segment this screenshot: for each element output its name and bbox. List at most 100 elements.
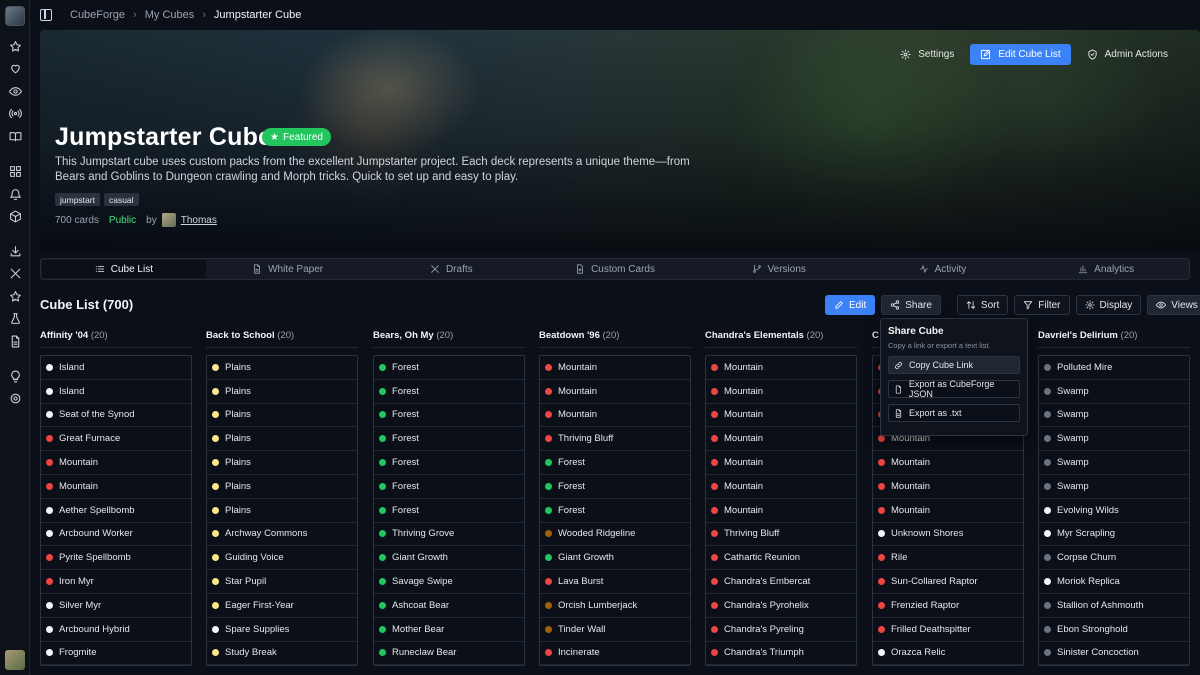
- card-row[interactable]: Plains: [207, 475, 357, 499]
- edit-cube-list-button[interactable]: Edit Cube List: [970, 44, 1071, 65]
- column-header[interactable]: Beatdown '96 (20): [539, 330, 691, 348]
- card-row[interactable]: Star Pupil: [207, 570, 357, 594]
- card-row[interactable]: Swamp: [1039, 475, 1189, 499]
- card-row[interactable]: Sinister Concoction: [1039, 642, 1189, 666]
- card-row[interactable]: Mountain: [41, 475, 191, 499]
- card-row[interactable]: Mountain: [706, 451, 856, 475]
- card-row[interactable]: Guiding Voice: [207, 546, 357, 571]
- card-row[interactable]: Swamp: [1039, 380, 1189, 404]
- column-header[interactable]: Davriel's Delirium (20): [1038, 330, 1190, 348]
- card-row[interactable]: Forest: [540, 475, 690, 499]
- card-row[interactable]: Forest: [374, 427, 524, 452]
- card-row[interactable]: Giant Growth: [540, 546, 690, 571]
- sidebar-flask-icon[interactable]: [7, 310, 23, 326]
- tab-analytics[interactable]: Analytics: [1024, 260, 1188, 278]
- card-row[interactable]: Mountain: [873, 499, 1023, 523]
- card-row[interactable]: Thriving Bluff: [706, 523, 856, 547]
- card-row[interactable]: Forest: [374, 356, 524, 380]
- card-row[interactable]: Frenzied Raptor: [873, 594, 1023, 618]
- copy-cube-link-item[interactable]: Copy Cube Link: [888, 356, 1020, 374]
- card-row[interactable]: Chandra's Pyrohelix: [706, 594, 856, 618]
- card-row[interactable]: Plains: [207, 451, 357, 475]
- column-header[interactable]: Chandra's Elementals (20): [705, 330, 857, 348]
- sort-button[interactable]: Sort: [956, 295, 1009, 315]
- card-row[interactable]: Mountain: [706, 356, 856, 380]
- sidebar-document-icon[interactable]: [7, 333, 23, 349]
- tab-white-paper[interactable]: White Paper: [206, 260, 370, 278]
- card-row[interactable]: Plains: [207, 404, 357, 428]
- views-button[interactable]: Views: [1147, 295, 1200, 315]
- card-row[interactable]: Island: [41, 380, 191, 404]
- edit-button[interactable]: Edit: [825, 295, 876, 315]
- card-row[interactable]: Silver Myr: [41, 594, 191, 618]
- card-row[interactable]: Plains: [207, 427, 357, 452]
- card-row[interactable]: Eager First-Year: [207, 594, 357, 618]
- card-row[interactable]: Evolving Wilds: [1039, 499, 1189, 523]
- share-button[interactable]: Share: [881, 295, 941, 315]
- card-row[interactable]: Ashcoat Bear: [374, 594, 524, 618]
- card-row[interactable]: Mountain: [41, 451, 191, 475]
- owner-avatar[interactable]: [161, 213, 176, 227]
- card-row[interactable]: Unknown Shores: [873, 523, 1023, 547]
- card-row[interactable]: Giant Growth: [374, 546, 524, 571]
- card-row[interactable]: Polluted Mire: [1039, 356, 1189, 380]
- card-row[interactable]: Chandra's Triumph: [706, 642, 856, 666]
- card-row[interactable]: Sun-Collared Raptor: [873, 570, 1023, 594]
- sidebar-download-icon[interactable]: [7, 243, 23, 259]
- card-row[interactable]: Runeclaw Bear: [374, 642, 524, 666]
- sidebar-settings-icon[interactable]: [7, 390, 23, 406]
- sidebar-lightbulb-icon[interactable]: [7, 368, 23, 384]
- card-row[interactable]: Swamp: [1039, 451, 1189, 475]
- card-row[interactable]: Savage Swipe: [374, 570, 524, 594]
- filter-button[interactable]: Filter: [1014, 295, 1070, 315]
- export-json-item[interactable]: Export as CubeForge JSON: [888, 379, 1020, 399]
- card-row[interactable]: Forest: [374, 451, 524, 475]
- card-row[interactable]: Lava Burst: [540, 570, 690, 594]
- card-row[interactable]: Forest: [540, 499, 690, 523]
- card-row[interactable]: Swamp: [1039, 404, 1189, 428]
- card-row[interactable]: Spare Supplies: [207, 618, 357, 642]
- card-row[interactable]: Island: [41, 356, 191, 380]
- card-row[interactable]: Mountain: [540, 356, 690, 380]
- tab-custom-cards[interactable]: Custom Cards: [533, 260, 697, 278]
- card-row[interactable]: Mountain: [706, 380, 856, 404]
- card-row[interactable]: Iron Myr: [41, 570, 191, 594]
- tag-casual[interactable]: casual: [103, 193, 139, 206]
- card-row[interactable]: Aether Spellbomb: [41, 499, 191, 523]
- breadcrumb-item-home[interactable]: CubeForge: [70, 9, 125, 21]
- card-row[interactable]: Orazca Relic: [873, 642, 1023, 666]
- card-row[interactable]: Pyrite Spellbomb: [41, 546, 191, 571]
- sidebar-bell-icon[interactable]: [7, 186, 23, 202]
- sidebar-toggle-icon[interactable]: [40, 9, 52, 21]
- card-row[interactable]: Forest: [540, 451, 690, 475]
- sidebar-star-icon[interactable]: [7, 38, 23, 54]
- display-button[interactable]: Display: [1075, 295, 1142, 315]
- card-row[interactable]: Plains: [207, 380, 357, 404]
- sidebar-cube-icon[interactable]: [7, 208, 23, 224]
- card-row[interactable]: Seat of the Synod: [41, 404, 191, 428]
- card-row[interactable]: Rile: [873, 546, 1023, 571]
- card-row[interactable]: Forest: [374, 499, 524, 523]
- card-row[interactable]: Plains: [207, 356, 357, 380]
- card-row[interactable]: Thriving Bluff: [540, 427, 690, 452]
- tag-jumpstart[interactable]: jumpstart: [55, 193, 100, 206]
- tab-drafts[interactable]: Drafts: [369, 260, 533, 278]
- sidebar-swords-icon[interactable]: [7, 265, 23, 281]
- app-logo[interactable]: [5, 6, 25, 26]
- card-row[interactable]: Frogmite: [41, 642, 191, 666]
- card-row[interactable]: Arcbound Hybrid: [41, 618, 191, 642]
- card-row[interactable]: Archway Commons: [207, 523, 357, 547]
- card-row[interactable]: Mountain: [873, 475, 1023, 499]
- card-row[interactable]: Mountain: [706, 404, 856, 428]
- user-avatar[interactable]: [5, 650, 25, 670]
- export-txt-item[interactable]: Export as .txt: [888, 404, 1020, 422]
- card-row[interactable]: Mountain: [706, 475, 856, 499]
- card-row[interactable]: Forest: [374, 475, 524, 499]
- sidebar-star-icon[interactable]: [7, 288, 23, 304]
- card-row[interactable]: Frilled Deathspitter: [873, 618, 1023, 642]
- tab-activity[interactable]: Activity: [861, 260, 1025, 278]
- card-row[interactable]: Mountain: [540, 404, 690, 428]
- card-row[interactable]: Myr Scrapling: [1039, 523, 1189, 547]
- card-row[interactable]: Arcbound Worker: [41, 523, 191, 547]
- card-row[interactable]: Incinerate: [540, 642, 690, 666]
